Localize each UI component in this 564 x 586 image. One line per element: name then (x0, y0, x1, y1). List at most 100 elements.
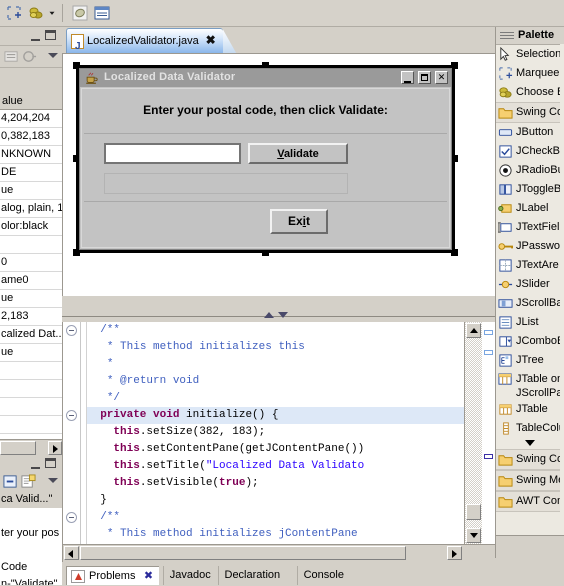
palette-item-choose-b[interactable]: Choose B (496, 83, 564, 102)
view-menu-icon[interactable] (48, 53, 58, 58)
outline-row[interactable]: ca Valid..." (0, 491, 62, 508)
code-line[interactable]: /** (87, 322, 465, 339)
bottom-tab-problems[interactable]: Problems ✖ (66, 566, 160, 585)
restore-defaults-icon[interactable] (22, 49, 37, 64)
toolbar-marquee-button[interactable] (4, 4, 24, 23)
palette-item-swing-cor[interactable]: Swing Cor (496, 102, 564, 123)
overview-marker[interactable] (484, 330, 493, 335)
palette-item-jtree[interactable]: JTree (496, 351, 564, 370)
fold-collapse-icon[interactable] (66, 410, 77, 421)
palette-scroll-down-icon[interactable] (496, 438, 564, 449)
jframe-maximize-button[interactable]: □ (417, 71, 431, 84)
outline-tree[interactable]: ca Valid..." ter your pos Code n-"Validate" (0, 491, 63, 585)
palette-item-jbutton[interactable]: JButton (496, 123, 564, 142)
property-row[interactable] (0, 416, 62, 434)
add-element-icon[interactable] (21, 474, 36, 489)
outline-row[interactable]: Code (0, 559, 62, 576)
palette-item-jslider[interactable]: JSlider (496, 275, 564, 294)
editor-horizontal-scrollbar[interactable] (63, 544, 495, 562)
outline-menu-icon[interactable] (48, 478, 58, 483)
palette-item-jtable[interactable]: JTable (496, 400, 564, 419)
jframe-title-bar[interactable]: Localized Data Validator _ □ ✕ (80, 69, 451, 87)
property-row[interactable]: 2,183 (0, 308, 62, 326)
property-row[interactable]: 0,382,183 (0, 128, 62, 146)
palette-item-swing-me[interactable]: Swing Me (496, 470, 564, 491)
postal-code-input[interactable] (104, 143, 241, 164)
close-icon[interactable]: ✖ (205, 34, 217, 46)
palette-item-jtable-on-jscrollpan[interactable]: JTable on JScrollPan (496, 370, 564, 400)
outline-minimize-icon[interactable] (31, 460, 40, 469)
code-line[interactable]: * (87, 356, 465, 373)
property-row[interactable]: ame0 (0, 272, 62, 290)
splitter-down-arrow-icon[interactable] (278, 312, 288, 318)
overview-marker[interactable] (484, 454, 493, 459)
code-text[interactable]: /** * This method initializes this * * @… (87, 322, 465, 544)
fold-collapse-icon[interactable] (66, 325, 77, 336)
outline-row[interactable]: n-"Validate" (0, 576, 62, 585)
properties-horizontal-scrollbar[interactable] (0, 439, 62, 456)
jframe-minimize-button[interactable]: _ (400, 71, 414, 84)
palette-item-jtextare[interactable]: JTextAre (496, 256, 564, 275)
code-line[interactable]: this.setContentPane(getJContentPane()) (87, 441, 465, 458)
property-row[interactable]: 0 (0, 254, 62, 272)
bottom-tab-console[interactable]: Console (296, 566, 350, 585)
palette-item-selection[interactable]: Selection (496, 45, 564, 64)
overview-marker[interactable] (484, 350, 493, 355)
property-row[interactable]: 4,204,204 (0, 110, 62, 128)
bottom-tab-declaration[interactable]: Declaration (217, 566, 287, 585)
outline-maximize-icon[interactable] (45, 458, 56, 468)
vertical-scroll-thumb[interactable] (466, 504, 481, 520)
palette-item-swing-cor[interactable]: Swing Cor (496, 449, 564, 470)
designed-jframe[interactable]: Localized Data Validator _ □ ✕ Enter you… (79, 68, 452, 250)
property-row[interactable]: calized Dat... (0, 326, 62, 344)
jframe-close-button[interactable]: ✕ (435, 71, 448, 84)
palette-item-jcombob[interactable]: JComboB (496, 332, 564, 351)
property-row[interactable]: olor:black (0, 218, 62, 236)
code-line[interactable]: */ (87, 390, 465, 407)
scroll-up-arrow[interactable] (466, 323, 481, 338)
palette-item-tablecolu[interactable]: TableColu (496, 419, 564, 438)
palette-item-jcheckbo[interactable]: JCheckBo (496, 142, 564, 161)
exit-button[interactable]: Exit (270, 209, 328, 234)
fold-collapse-icon[interactable] (66, 512, 77, 523)
maximize-icon[interactable] (45, 30, 56, 40)
scrollbar-thumb[interactable] (0, 441, 36, 455)
properties-table[interactable]: alue 4,204,204 0,382,183 NKNOWN DE ue alog, p… (0, 93, 63, 439)
palette-item-jscrollbar[interactable]: JScrollBar (496, 294, 564, 313)
validate-button[interactable]: Validate (248, 143, 348, 164)
property-row[interactable]: ue (0, 182, 62, 200)
code-line[interactable]: this.setVisible(true); (87, 475, 465, 492)
collapse-all-icon[interactable] (3, 474, 18, 489)
palette-item-jtextfiel[interactable]: JTextFiel (496, 218, 564, 237)
scroll-down-arrow[interactable] (466, 528, 481, 543)
property-row[interactable]: alog, plain, 1 (0, 200, 62, 218)
toolbar-dropdown-button[interactable] (46, 4, 58, 23)
palette-item-marquee[interactable]: Marquee (496, 64, 564, 83)
overview-ruler[interactable] (481, 322, 495, 544)
code-line[interactable]: * This method initializes jContentPane (87, 526, 465, 543)
close-icon[interactable]: ✖ (142, 570, 154, 582)
code-line[interactable]: * @return void (87, 373, 465, 390)
outline-row[interactable] (0, 542, 62, 559)
source-code-editor[interactable]: /** * This method initializes this * * @… (62, 322, 495, 562)
property-row[interactable] (0, 398, 62, 416)
toolbar-properties-button[interactable] (92, 4, 112, 23)
code-line[interactable]: /** (87, 509, 465, 526)
code-line[interactable]: * This method initializes this (87, 339, 465, 356)
editor-vertical-scrollbar[interactable] (464, 322, 482, 544)
palette-item-jtoggleb[interactable]: JToggleB (496, 180, 564, 199)
property-row[interactable]: ue (0, 344, 62, 362)
tab-localizedvalidator-java[interactable]: LocalizedValidator.java ✖ (66, 28, 223, 59)
property-row[interactable]: ue (0, 290, 62, 308)
jframe-content-pane[interactable]: Enter your postal code, then click Valid… (81, 88, 450, 248)
bottom-tab-javadoc[interactable]: Javadoc (162, 566, 217, 585)
property-row[interactable]: NKNOWN (0, 146, 62, 164)
visual-design-canvas[interactable]: Localized Data Validator _ □ ✕ Enter you… (62, 53, 495, 296)
code-line[interactable]: } (87, 492, 465, 509)
code-line[interactable]: this.setTitle("Localized Data Validato (87, 458, 465, 475)
scroll-right-arrow[interactable] (48, 441, 62, 455)
splitter-up-arrow-icon[interactable] (264, 312, 274, 318)
show-categories-icon[interactable] (4, 49, 19, 64)
toolbar-bean-viewer-button[interactable] (70, 4, 90, 23)
code-line[interactable]: private void initialize() { (87, 407, 465, 424)
